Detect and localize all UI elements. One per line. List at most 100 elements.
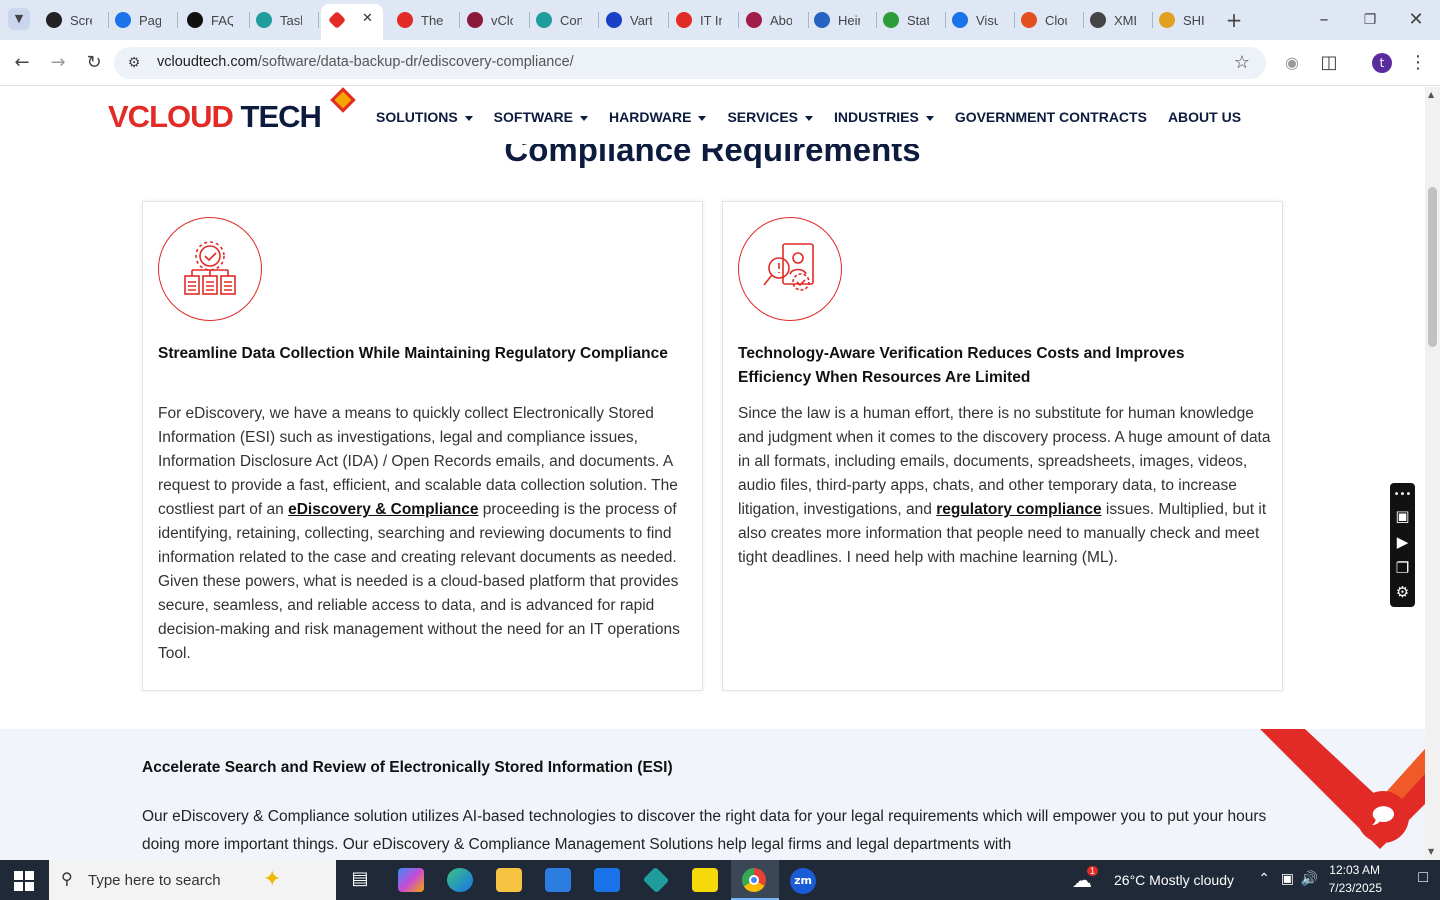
nav-item-industries[interactable]: INDUSTRIES	[834, 109, 934, 125]
ediscovery-compliance-link[interactable]: eDiscovery & Compliance	[288, 501, 478, 518]
nav-item-solutions[interactable]: SOLUTIONS	[376, 109, 473, 125]
windows-taskbar: ⚲ Type here to search ✦ ▤ zm ☁ 1 26°C Mo…	[0, 860, 1440, 900]
tab-title: Stat	[907, 12, 929, 28]
browser-tab[interactable]: Abo	[746, 6, 792, 34]
browser-tab[interactable]: Clou	[1021, 6, 1067, 34]
browser-tab[interactable]: Pag	[115, 6, 161, 34]
tab-separator	[318, 12, 319, 28]
taskbar-search-box[interactable]: ⚲ Type here to search ✦	[49, 860, 336, 900]
tab-favicon-icon	[256, 12, 272, 28]
profile-avatar[interactable]: t	[1372, 53, 1392, 73]
video-camera-icon[interactable]: ▶	[1393, 533, 1412, 552]
network-icon[interactable]: ▣	[1281, 870, 1294, 887]
tab-separator	[738, 12, 739, 28]
address-bar[interactable]: ⚙ vcloudtech.com/software/data-backup-dr…	[114, 47, 1266, 79]
chevron-down-icon	[805, 115, 814, 121]
tab-favicon-icon	[883, 12, 899, 28]
sticky-notes-icon[interactable]	[692, 868, 718, 892]
edge-icon[interactable]	[447, 868, 473, 892]
maximize-button[interactable]: ❐	[1358, 8, 1382, 32]
file-explorer-icon[interactable]	[496, 868, 522, 892]
browser-tab[interactable]: Stat	[883, 6, 929, 34]
regulatory-compliance-link[interactable]: regulatory compliance	[936, 501, 1101, 518]
site-info-icon[interactable]: ⚙	[122, 51, 146, 75]
chrome-taskbar-active[interactable]	[731, 860, 779, 900]
nav-item-software[interactable]: SOFTWARE	[494, 109, 589, 125]
url-path: /software/data-backup-dr/ediscovery-comp…	[257, 54, 574, 70]
nav-item-services[interactable]: SERVICES	[727, 109, 814, 125]
minimize-button[interactable]: –	[1312, 8, 1336, 32]
page-scrollbar[interactable]: ▲ ▼	[1425, 87, 1440, 860]
tab-title: Task	[280, 12, 302, 28]
mail-icon[interactable]	[594, 868, 620, 892]
scroll-down-arrow-icon[interactable]: ▼	[1428, 847, 1434, 856]
tab-title: Con	[560, 12, 582, 28]
nav-item-hardware[interactable]: HARDWARE	[609, 109, 707, 125]
new-tab-button[interactable]: +	[1222, 8, 1246, 32]
decorative-chevron	[1260, 729, 1425, 860]
show-hidden-icons-icon[interactable]: ⌃	[1258, 870, 1270, 887]
scroll-up-arrow-icon[interactable]: ▲	[1428, 90, 1434, 99]
back-icon[interactable]: ←	[10, 51, 34, 75]
scrollbar-thumb[interactable]	[1428, 187, 1437, 347]
vpn-app-icon[interactable]	[642, 866, 670, 894]
reload-icon[interactable]: ↻	[82, 51, 106, 75]
browser-tab[interactable]: The	[397, 6, 443, 34]
forward-icon[interactable]: →	[46, 51, 70, 75]
translate-icon[interactable]: ◉	[1280, 51, 1304, 75]
clock-date[interactable]: 7/23/2025	[1329, 881, 1382, 895]
url-domain: vcloudtech.com	[157, 54, 258, 70]
close-window-button[interactable]: ✕	[1404, 8, 1428, 32]
bookmark-star-icon[interactable]: ☆	[1230, 51, 1254, 75]
browser-tab[interactable]: Visu	[952, 6, 998, 34]
settings-gear-icon[interactable]: ⚙	[1393, 583, 1412, 602]
nav-item-government-contracts[interactable]: GOVERNMENT CONTRACTS	[955, 109, 1147, 125]
start-windows-icon[interactable]	[14, 871, 34, 891]
browser-tab[interactable]: FAQ	[187, 6, 233, 34]
tab-title: Clou	[1045, 12, 1067, 28]
browser-tab[interactable]: XML	[1090, 6, 1136, 34]
nav-item-label: SOLUTIONS	[376, 109, 458, 125]
tab-title: Pag	[139, 12, 161, 28]
menu-kebab-icon[interactable]: ⋮	[1406, 51, 1430, 75]
zoom-icon[interactable]: zm	[790, 868, 816, 894]
more-options-icon[interactable]: •••	[1393, 485, 1412, 504]
browser-tab[interactable]: SHI	[1159, 6, 1205, 34]
card-body: Since the law is a human effort, there i…	[738, 402, 1273, 570]
tab-favicon-icon	[676, 12, 692, 28]
tab-favicon-icon	[536, 12, 552, 28]
card-title: Technology-Aware Verification Reduces Co…	[738, 345, 1185, 386]
browser-tab[interactable]: vClo	[467, 6, 513, 34]
chat-bubbles-icon: 🗩	[1370, 804, 1396, 829]
screen-capture-toolbar: ••• ▣ ▶ ❐ ⚙	[1390, 483, 1415, 607]
camera-icon[interactable]: ▣	[1393, 507, 1412, 526]
tab-title: Hein	[838, 12, 860, 28]
clock-time[interactable]: 12:03 AM	[1329, 863, 1380, 877]
notifications-icon[interactable]: □	[1418, 869, 1428, 887]
browser-tab[interactable]: Scre	[46, 6, 92, 34]
browser-tab[interactable]: Vart	[606, 6, 652, 34]
chat-button[interactable]: 🗩	[1357, 791, 1409, 843]
tab-separator	[249, 12, 250, 28]
nav-item-about-us[interactable]: ABOUT US	[1168, 109, 1241, 125]
tab-search-icon[interactable]: ▼	[8, 8, 30, 30]
tab-separator	[668, 12, 669, 28]
chevron-down-icon	[698, 115, 707, 121]
nav-item-label: ABOUT US	[1167, 109, 1242, 125]
extensions-icon[interactable]: ◫	[1317, 51, 1341, 75]
tab-title: Abo	[770, 12, 792, 28]
task-view-icon[interactable]: ▤	[347, 868, 373, 892]
tab-title: FAQ	[211, 12, 233, 28]
browser-tab[interactable]: Con	[536, 6, 582, 34]
browser-tab[interactable]: IT In	[676, 6, 722, 34]
window-capture-icon[interactable]: ❐	[1393, 559, 1412, 578]
site-logo[interactable]: VCLOUD TECH	[108, 99, 322, 135]
chrome-icon	[742, 868, 766, 892]
volume-icon[interactable]: 🔊	[1301, 870, 1318, 887]
browser-tab[interactable]: Task	[256, 6, 302, 34]
store-icon[interactable]	[545, 868, 571, 892]
weather-text[interactable]: 26°C Mostly cloudy	[1114, 872, 1234, 888]
close-tab-icon[interactable]: ✕	[362, 11, 373, 26]
browser-tab[interactable]: Hein	[814, 6, 860, 34]
copilot-app-icon[interactable]	[398, 868, 424, 892]
